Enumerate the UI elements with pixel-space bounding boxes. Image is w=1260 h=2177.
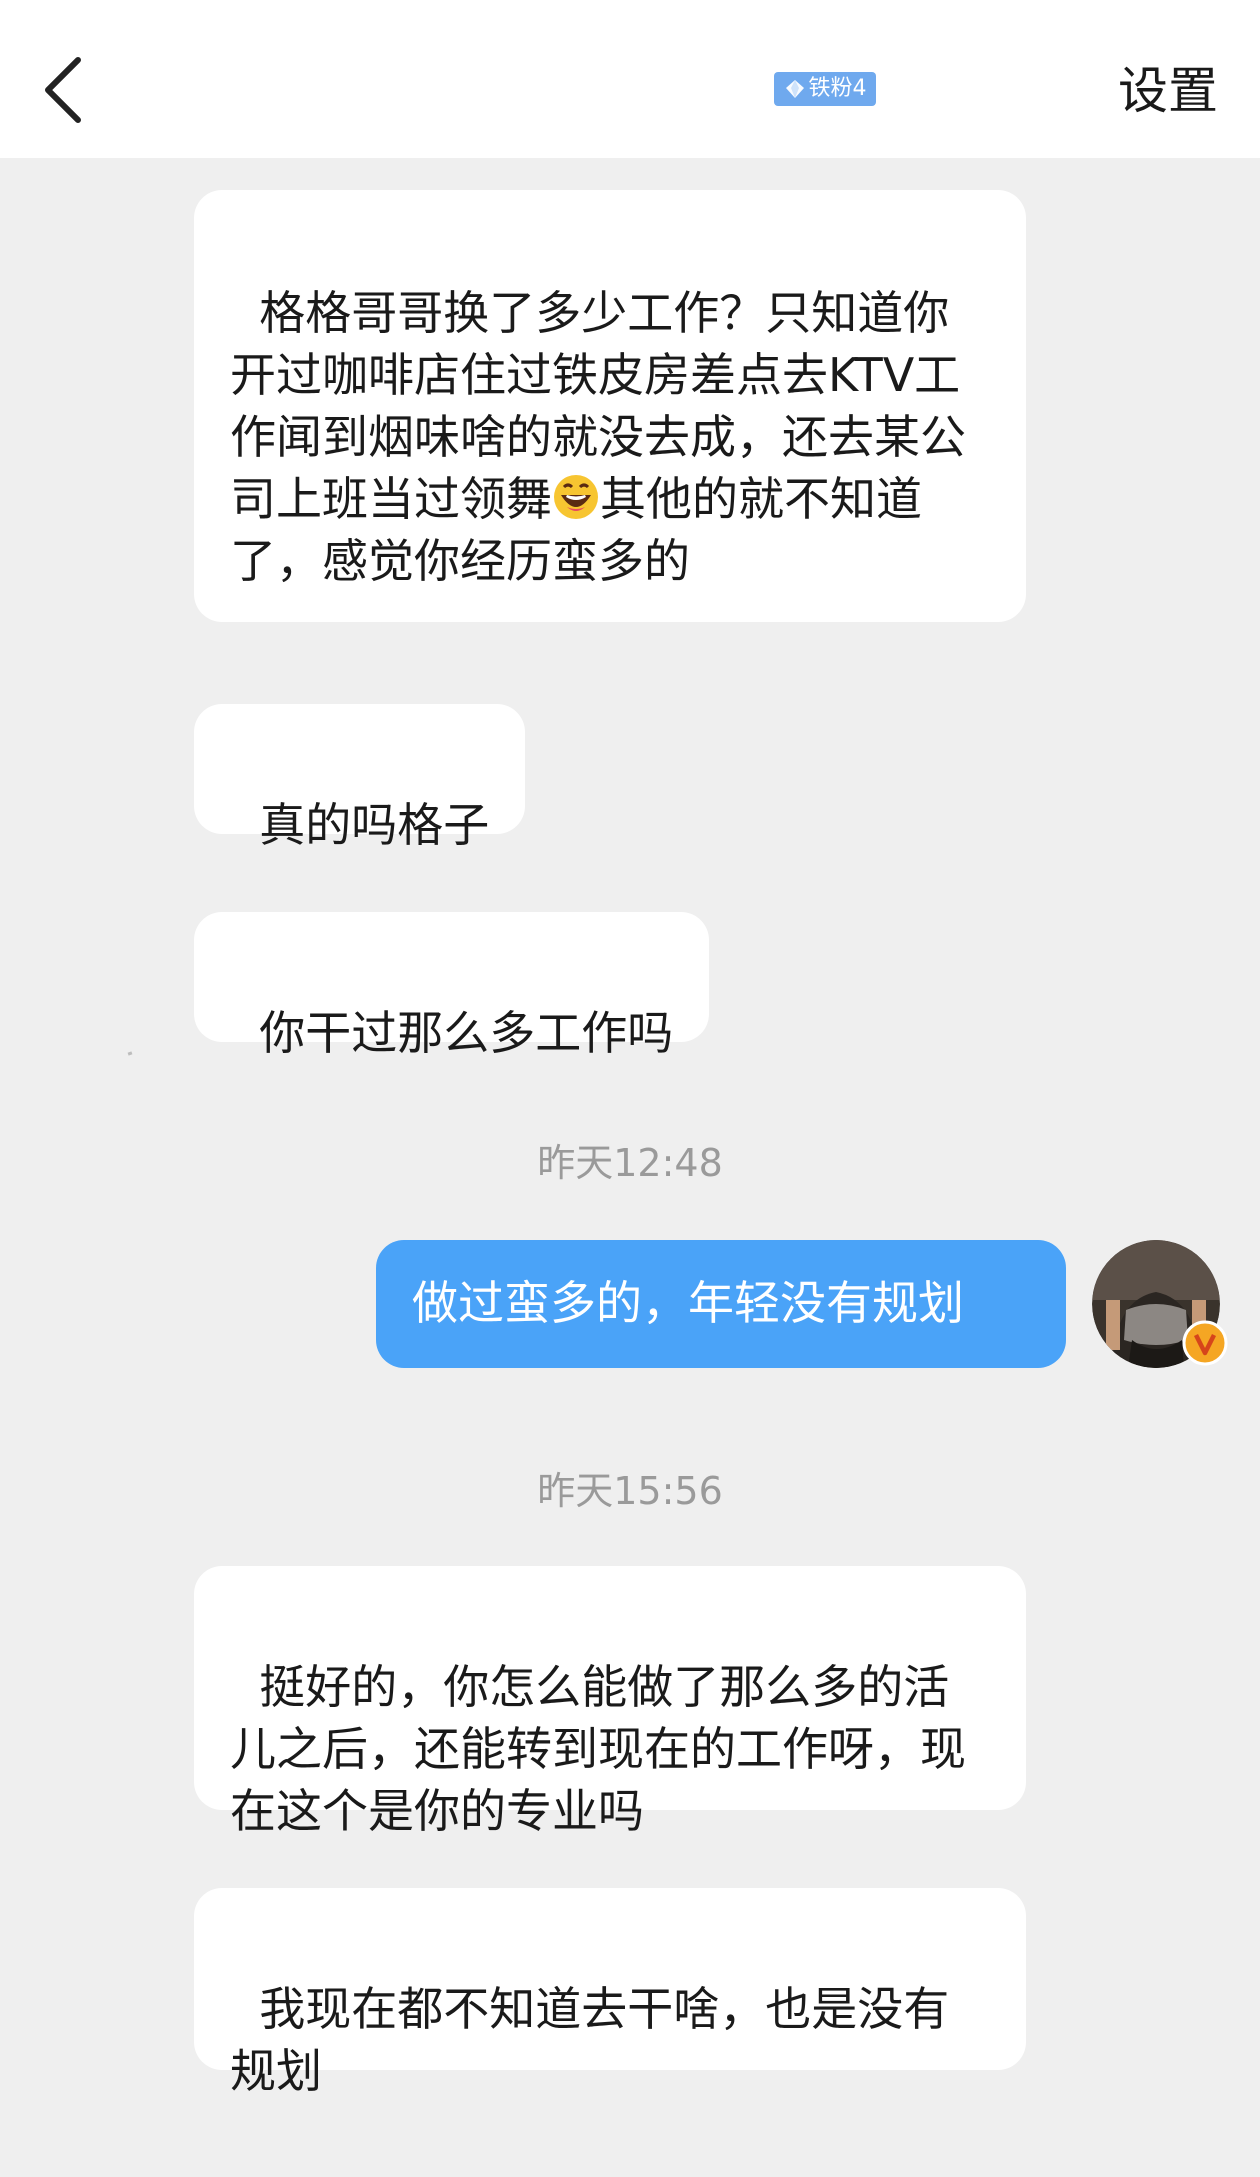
message-text: 你干过那么多工作吗 [259, 1006, 674, 1060]
incoming-message[interactable]: 我现在都不知道去干啥，也是没有规划 [194, 1888, 1026, 2098]
timestamp: 昨天15:56 [537, 1469, 723, 1513]
message-text: 我现在都不知道去干啥，也是没有规划 [230, 1982, 950, 2098]
settings-button[interactable]: 设置 [1118, 56, 1218, 126]
verified-badge-icon [1182, 1320, 1228, 1366]
timestamp: 昨天12:48 [537, 1141, 723, 1185]
message-text: 做过蛮多的，年轻没有规划 [412, 1276, 964, 1330]
message-text: 挺好的，你怎么能做了那么多的活儿之后，还能转到现在的工作呀，现在这个是你的专业吗 [230, 1660, 966, 1838]
avatar[interactable] [1092, 1240, 1228, 1368]
chevron-left-icon [45, 57, 81, 123]
outgoing-message[interactable]: 做过蛮多的，年轻没有规划 [376, 1240, 1066, 1368]
grinning-sweat-emoji-icon [554, 475, 598, 519]
incoming-message[interactable]: 真的吗格子 [194, 704, 526, 852]
back-button[interactable] [36, 44, 96, 134]
incoming-message[interactable]: 你干过那么多工作吗 [194, 912, 710, 1060]
fan-level-badge: 铁粉4 [774, 72, 876, 106]
fan-badge-label: 铁粉4 [808, 76, 867, 101]
top-bar: 铁粉4 设置 [0, 0, 1260, 158]
incoming-message[interactable]: 挺好的，你怎么能做了那么多的活儿之后，还能转到现在的工作呀，现在这个是你的专业吗 [194, 1566, 1026, 1838]
incoming-message[interactable]: 格格哥哥换了多少工作？只知道你开过咖啡店住过铁皮房差点去KTV工作闻到烟味啥的就… [194, 190, 1026, 622]
message-text: 真的吗格子 [259, 798, 490, 852]
stray-mark [127, 1051, 133, 1056]
diamond-icon [785, 80, 804, 98]
